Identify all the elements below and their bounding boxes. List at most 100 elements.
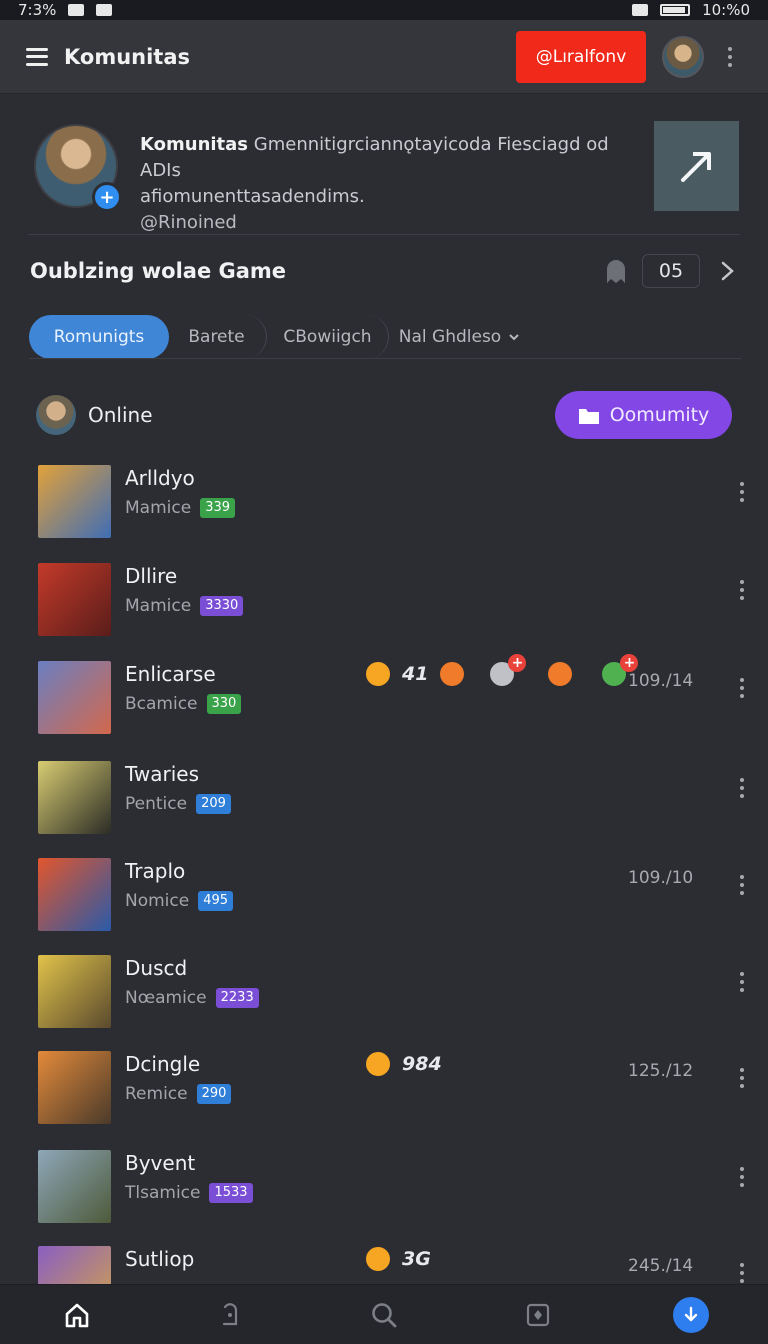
more-options-icon[interactable] <box>730 970 754 994</box>
list-item[interactable]: Traplo Nomice 495 109./10 <box>0 853 768 941</box>
item-subtitle: Nomice <box>125 891 190 911</box>
item-name: Duscd <box>125 956 188 980</box>
item-name: Enlicarse <box>125 662 216 686</box>
media-square-icon <box>526 1303 549 1326</box>
bell-icon <box>223 1302 238 1325</box>
wifi-icon <box>96 4 113 16</box>
more-options-icon[interactable] <box>730 1261 754 1284</box>
home-icon <box>65 1303 89 1327</box>
count-badge: 1533 <box>209 1183 253 1203</box>
more-options-icon[interactable] <box>730 776 754 800</box>
nav-media[interactable] <box>518 1295 558 1335</box>
section-title: Oublzing wolae Game <box>30 259 287 283</box>
status-bar: 7:3% 10:%0 <box>0 0 768 20</box>
folder-icon <box>578 409 599 424</box>
tab-dropdown-label: Nal Ghdleso <box>398 327 502 347</box>
online-label: Online <box>88 403 153 427</box>
verified-plus-icon: + <box>92 182 122 212</box>
item-name: Byvent <box>125 1151 196 1175</box>
list-item[interactable]: Enlicarse Bcamice 330 41 + + 109./14 <box>0 654 768 744</box>
tab-cbowiigch[interactable]: CBowiigch <box>267 315 389 359</box>
user-chip-button[interactable]: @Lıralfonv <box>516 30 646 83</box>
item-subtitle: Nœamice <box>125 988 207 1008</box>
more-options-icon[interactable] <box>730 1066 754 1090</box>
search-icon <box>372 1302 397 1327</box>
bottom-nav <box>0 1284 768 1344</box>
emoji-icon[interactable] <box>440 662 465 686</box>
count-badge: 290 <box>196 1084 232 1104</box>
reaction-count: 41 <box>402 663 429 685</box>
item-name: Arlldyo <box>125 466 195 490</box>
more-options-icon[interactable] <box>730 873 754 897</box>
status-time-left: 7:3% <box>18 1 57 19</box>
list-item[interactable]: Arlldyo Mamice 339 <box>0 460 768 548</box>
emoji-icon[interactable]: + <box>602 654 639 686</box>
list-item[interactable]: Dllire Mamice 3330 <box>0 558 768 646</box>
menu-icon[interactable] <box>26 47 48 66</box>
game-thumbnail <box>38 1051 111 1124</box>
item-subtitle: Pentice <box>125 794 188 814</box>
count-badge: 330 <box>206 694 242 714</box>
emoji-icon[interactable] <box>366 1052 390 1076</box>
list-item[interactable]: Twaries Pentice 209 <box>0 756 768 844</box>
item-name: Sutliop <box>125 1247 195 1271</box>
item-subtitle: Mamice <box>125 498 192 518</box>
game-thumbnail <box>38 465 111 538</box>
list-item[interactable]: Sutliop 3G 245./14 <box>0 1241 768 1284</box>
count-box: 05 <box>642 254 700 288</box>
emoji-icon[interactable] <box>366 662 390 686</box>
emoji-icon[interactable] <box>548 662 573 686</box>
avatar[interactable] <box>662 35 704 78</box>
count-badge: 2233 <box>215 988 259 1008</box>
reaction-count: 984 <box>402 1053 442 1075</box>
game-thumbnail <box>38 955 111 1028</box>
more-options-icon[interactable] <box>718 45 742 69</box>
profile-handle: @Rinoined <box>140 212 237 233</box>
ghost-icon <box>607 260 625 283</box>
chevron-right-icon[interactable] <box>716 260 738 282</box>
list-item[interactable]: Dcingle Remice 290 984 125./12 <box>0 1046 768 1134</box>
emoji-icon[interactable]: + <box>490 654 527 686</box>
notification-icon <box>68 4 85 16</box>
share-button[interactable] <box>654 121 739 211</box>
more-options-icon[interactable] <box>730 578 754 602</box>
chevron-down-icon <box>509 334 519 341</box>
community-button[interactable]: Oomumity <box>555 391 732 439</box>
profile-description-2: afiomunenttasadendims. <box>140 186 365 207</box>
nav-notifications[interactable] <box>210 1295 250 1335</box>
profile-text: Komunitas Gmennitigrciannǫtayicoda Fiesc… <box>140 132 640 236</box>
download-icon <box>673 1296 710 1333</box>
tab-komunitas[interactable]: Romunigts <box>29 315 169 359</box>
nav-search[interactable] <box>364 1295 404 1335</box>
item-name: Traplo <box>125 859 186 883</box>
battery-icon <box>660 4 691 16</box>
more-options-icon[interactable] <box>730 480 754 504</box>
count-badge: 495 <box>198 891 234 911</box>
tab-dropdown[interactable]: Nal Ghdleso <box>389 315 529 359</box>
emoji-icon[interactable] <box>366 1247 390 1271</box>
online-row: Online Oomumity <box>0 388 768 442</box>
more-options-icon[interactable] <box>730 1165 754 1189</box>
item-subtitle: Remice <box>125 1084 188 1104</box>
list-item[interactable]: Duscd Nœamice 2233 <box>0 950 768 1038</box>
list-item[interactable]: Byvent Tlsamice 1533 <box>0 1145 768 1233</box>
game-thumbnail <box>38 661 111 734</box>
tab-barete[interactable]: Barete <box>167 315 267 359</box>
item-name: Twaries <box>125 762 200 786</box>
profile-name: Komunitas <box>140 134 249 155</box>
community-button-label: Oomumity <box>609 404 710 426</box>
signal-icon <box>632 4 649 16</box>
item-time: 109./14 <box>628 671 694 691</box>
item-name: Dllire <box>125 564 178 588</box>
reactions: 984 <box>366 1052 442 1076</box>
profile-card: + Komunitas Gmennitigrciannǫtayicoda Fie… <box>0 112 768 234</box>
more-options-icon[interactable] <box>730 676 754 700</box>
reactions: 3G <box>366 1247 431 1271</box>
game-thumbnail <box>38 563 111 636</box>
nav-download[interactable] <box>671 1295 711 1335</box>
app-title: Komunitas <box>64 44 191 69</box>
divider <box>29 358 741 359</box>
game-thumbnail <box>38 858 111 931</box>
nav-home[interactable] <box>57 1295 97 1335</box>
item-time: 125./12 <box>628 1061 694 1081</box>
